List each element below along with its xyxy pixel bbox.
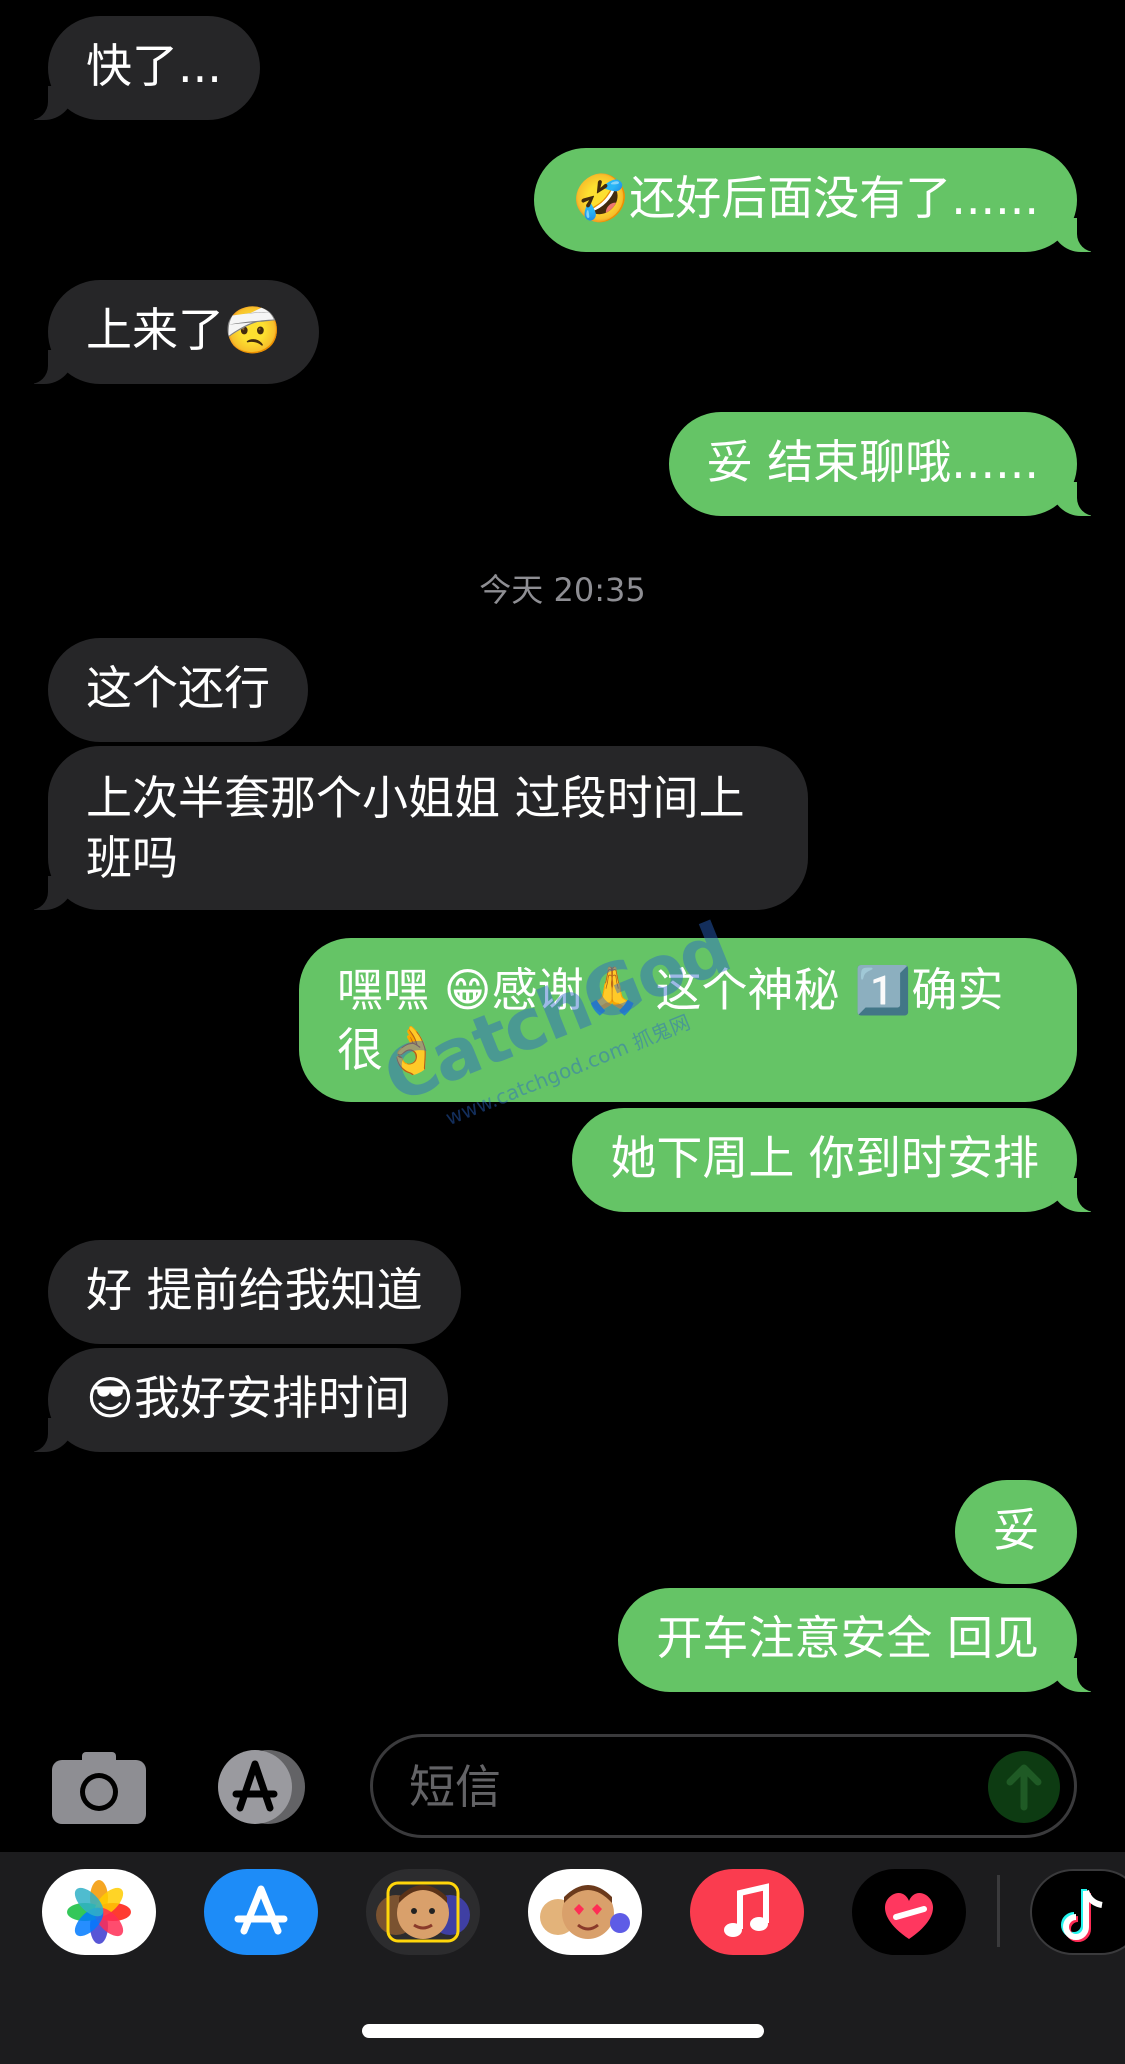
message-bubble-outgoing[interactable]: 她下周上 你到时安排 xyxy=(572,1108,1105,1212)
music-icon xyxy=(724,1883,769,1937)
message-bubble-outgoing[interactable]: 妥 xyxy=(955,1480,1077,1584)
memoji-icon xyxy=(376,1881,470,1943)
message-bubble-incoming[interactable]: 好 提前给我知道 xyxy=(48,1240,461,1344)
message-bubble-incoming[interactable]: 上来了🤕 xyxy=(19,280,320,384)
heart-icon xyxy=(884,1892,934,1939)
memoji-stickers-icon xyxy=(540,1885,630,1939)
memoji-app[interactable] xyxy=(366,1869,480,1955)
camera-icon xyxy=(52,1752,146,1824)
message-input[interactable]: 短信 xyxy=(370,1734,1077,1838)
message-bubble-outgoing[interactable]: 开车注意安全 回见 xyxy=(618,1588,1105,1692)
app-drawer-divider xyxy=(997,1875,1000,1947)
message-bubble-outgoing[interactable]: 嘿嘿 😁感谢🙏 这个神秘 1️⃣确实很👌 xyxy=(299,938,1077,1102)
digital-touch-app[interactable] xyxy=(852,1869,966,1955)
app-store-icon xyxy=(234,1885,288,1935)
message-bubble-incoming[interactable]: 这个还行 xyxy=(48,638,308,742)
send-button[interactable] xyxy=(988,1751,1060,1823)
tiktok-icon xyxy=(1061,1889,1103,1942)
message-bubble-incoming[interactable]: 上次半套那个小姐姐 过段时间上班吗 xyxy=(20,746,808,910)
home-indicator[interactable] xyxy=(362,2024,764,2038)
message-bubble-outgoing[interactable]: 妥 结束聊哦...... xyxy=(668,412,1106,516)
app-store-icon xyxy=(218,1750,305,1824)
photos-icon xyxy=(67,1880,131,1944)
photos-app[interactable] xyxy=(42,1869,156,1955)
music-app[interactable] xyxy=(690,1869,804,1955)
app-store-app[interactable] xyxy=(204,1869,318,1955)
message-input-placeholder: 短信 xyxy=(409,1760,501,1814)
arrow-up-icon xyxy=(1006,1764,1042,1811)
app-store-button[interactable] xyxy=(210,1750,316,1824)
tiktok-app[interactable] xyxy=(1030,1869,1125,1955)
message-bubble-incoming[interactable]: 😎我好安排时间 xyxy=(20,1348,448,1452)
message-bubble-outgoing[interactable]: 🤣还好后面没有了...... xyxy=(533,148,1106,252)
timestamp: 今天 20:35 xyxy=(479,571,646,609)
camera-button[interactable] xyxy=(52,1750,146,1824)
message-bubble-incoming[interactable]: 快了... xyxy=(20,16,260,120)
memoji-stickers-app[interactable] xyxy=(528,1869,642,1955)
app-drawer xyxy=(0,1852,1125,2064)
